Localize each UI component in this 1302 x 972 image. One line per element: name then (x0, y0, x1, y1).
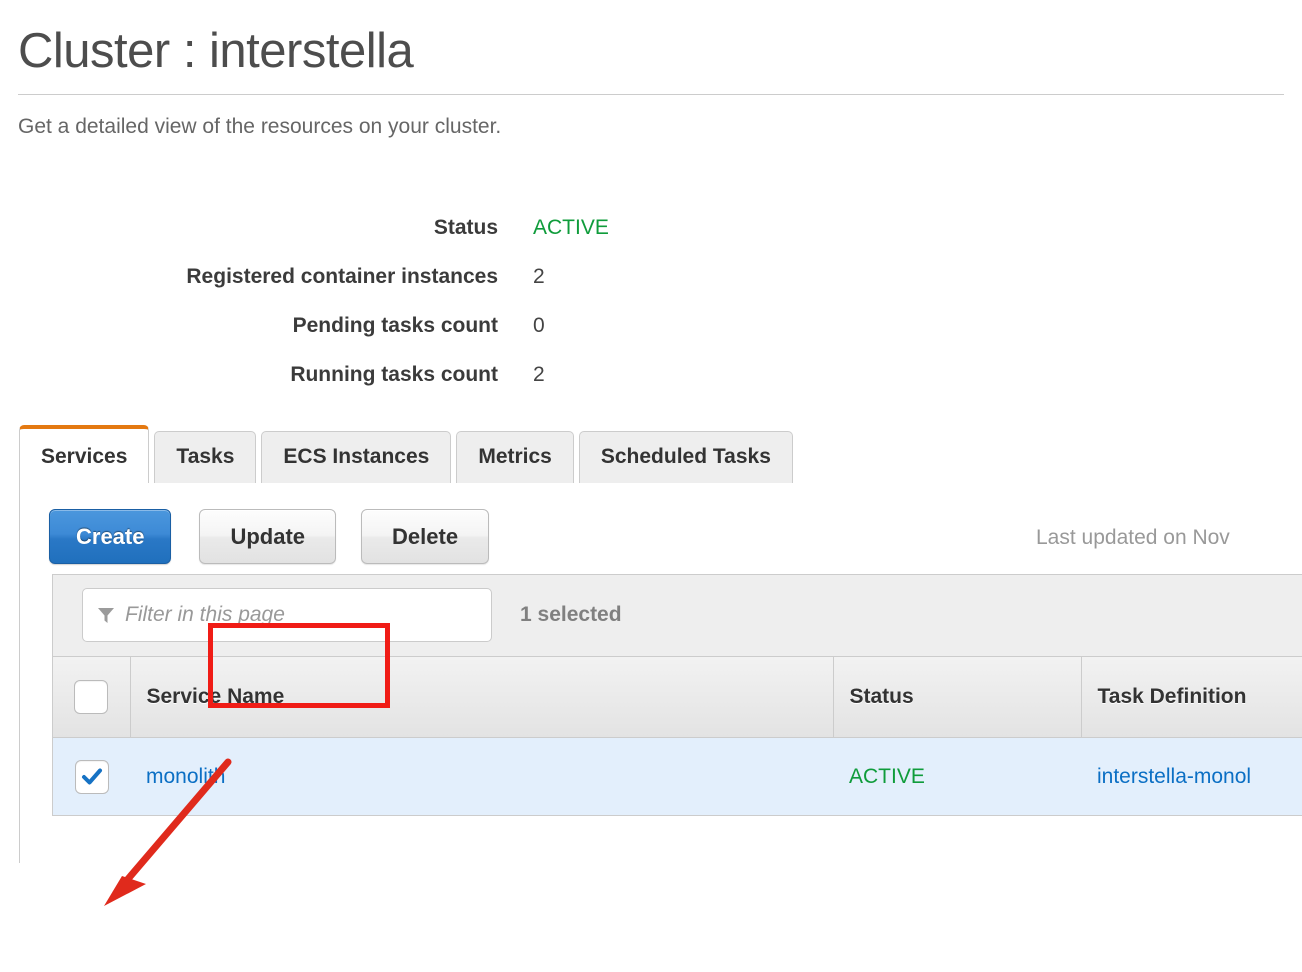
tab-metrics-label: Metrics (478, 445, 552, 469)
last-updated-text: Last updated on Nov (1036, 525, 1230, 549)
tab-scheduled-tasks-label: Scheduled Tasks (600, 445, 771, 469)
cell-status: ACTIVE (833, 737, 1081, 817)
detail-value-pending-tasks-count: 0 (533, 313, 545, 337)
row-checkbox[interactable] (74, 759, 109, 794)
tab-scheduled-tasks[interactable]: Scheduled Tasks (578, 430, 793, 483)
tab-ecs-instances-label: ECS Instances (283, 445, 430, 469)
services-tab-panel: Create Update Delete Last updated on Nov… (19, 482, 1302, 863)
selected-count-label: 1 selected (520, 603, 622, 627)
filter-bar: 1 selected (53, 574, 1302, 657)
tab-services-label: Services (41, 444, 128, 468)
services-table-body: monolith ACTIVE interstella-monol (53, 737, 1302, 817)
table-header-row: Service Name Status Task Definition (53, 656, 1302, 739)
column-header-task-definition[interactable]: Task Definition (1081, 656, 1302, 739)
create-button[interactable]: Create (49, 509, 172, 565)
task-definition-link[interactable]: interstella-monol (1097, 765, 1251, 788)
detail-label-pending-tasks-count: Pending tasks count (292, 313, 498, 337)
cluster-details: Status ACTIVE Registered container insta… (0, 216, 1302, 387)
page-title: Cluster : interstella (18, 24, 414, 78)
tab-tasks[interactable]: Tasks (154, 430, 257, 483)
tab-tasks-label: Tasks (176, 445, 235, 469)
detail-row-registered-container-instances: Registered container instances 2 (0, 265, 1302, 289)
filter-icon (97, 606, 115, 624)
tab-ecs-instances[interactable]: ECS Instances (261, 430, 452, 483)
filter-input-wrapper[interactable] (82, 588, 492, 643)
update-button[interactable]: Update (199, 509, 337, 565)
service-name-link[interactable]: monolith (146, 765, 225, 788)
delete-button-label: Delete (392, 523, 459, 549)
page-subtitle: Get a detailed view of the resources on … (18, 114, 502, 138)
tabs-container: Services Tasks ECS Instances Metrics Sch… (0, 424, 1302, 483)
select-all-checkbox[interactable] (74, 680, 109, 715)
column-header-status[interactable]: Status (833, 656, 1082, 739)
detail-row-running-tasks-count: Running tasks count 2 (0, 363, 1302, 387)
detail-row-status: Status ACTIVE (0, 216, 1302, 240)
tab-list: Services Tasks ECS Instances Metrics Sch… (19, 424, 1302, 483)
update-button-label: Update (230, 523, 306, 549)
filter-input[interactable] (123, 602, 477, 629)
services-action-bar: Create Update Delete Last updated on Nov (20, 483, 1302, 565)
services-table: Service Name Status Task Definition mono… (53, 656, 1302, 817)
tab-services[interactable]: Services (19, 424, 150, 483)
delete-button[interactable]: Delete (361, 509, 490, 565)
tab-metrics[interactable]: Metrics (456, 430, 574, 483)
status-badge: ACTIVE (849, 764, 925, 788)
title-divider (18, 93, 1284, 95)
detail-label-running-tasks-count: Running tasks count (290, 362, 498, 386)
detail-value-status: ACTIVE (533, 215, 609, 239)
services-table-head: Service Name Status Task Definition (53, 656, 1302, 739)
detail-value-registered-container-instances: 2 (533, 264, 545, 288)
detail-value-running-tasks-count: 2 (533, 362, 545, 386)
services-table-container: 1 selected Service Name Status Task Defi… (52, 573, 1302, 817)
row-select-cell (53, 737, 130, 817)
column-header-service-name[interactable]: Service Name (130, 656, 834, 739)
detail-label-registered-container-instances: Registered container instances (186, 264, 498, 288)
cell-task-definition: interstella-monol (1081, 737, 1302, 817)
create-button-label: Create (76, 523, 145, 549)
detail-row-pending-tasks-count: Pending tasks count 0 (0, 314, 1302, 338)
page-header: Cluster : interstella Get a detailed vie… (0, 0, 1302, 139)
table-row[interactable]: monolith ACTIVE interstella-monol (53, 737, 1302, 817)
select-all-header-cell (53, 656, 131, 739)
detail-label-status: Status (433, 215, 498, 239)
cell-service-name: monolith (130, 737, 833, 817)
